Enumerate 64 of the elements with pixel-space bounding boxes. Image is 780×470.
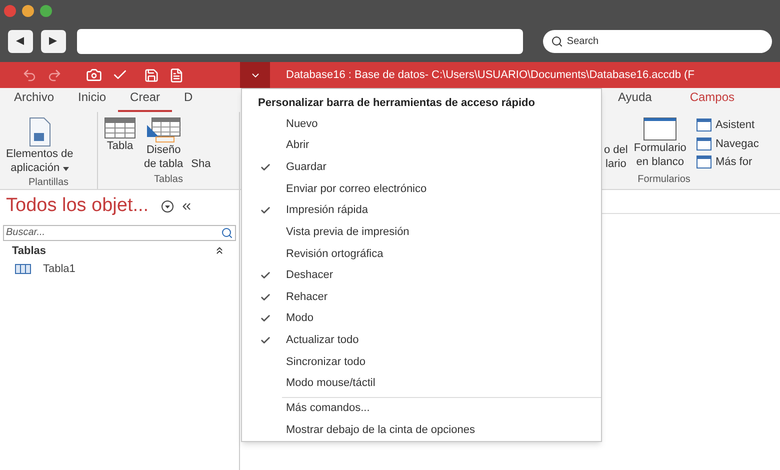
forward-icon — [48, 36, 58, 46]
search-field[interactable]: Search — [566, 34, 764, 48]
menu-item[interactable]: Rehacer — [242, 286, 601, 308]
document-icon[interactable] — [169, 68, 184, 82]
menu-item[interactable]: Modo mouse/táctil — [242, 372, 601, 395]
check-icon — [260, 270, 271, 281]
back-icon — [15, 36, 26, 46]
menu-item[interactable]: Nuevo — [242, 113, 601, 135]
check-icon — [260, 334, 271, 346]
ribbon-tab[interactable]: Ayuda — [606, 84, 664, 112]
ribbon-small-button[interactable]: Navegac — [696, 136, 759, 152]
menu-item[interactable]: Impresión rápida — [242, 200, 601, 222]
camera-icon[interactable] — [86, 67, 102, 83]
section-header[interactable]: Tablas — [0, 242, 239, 259]
menu-title: Personalizar barra de herramientas de acceso rápido — [257, 96, 536, 111]
menu-item[interactable]: Revisión ortográfica — [242, 242, 601, 265]
ribbon-tab[interactable]: Campos — [678, 84, 746, 112]
dropdown-circle-icon[interactable] — [160, 200, 174, 213]
ribbon-tab[interactable]: Inicio — [66, 84, 118, 112]
save-icon[interactable] — [144, 68, 159, 82]
table-item[interactable]: Tabla1 — [0, 261, 239, 278]
menu-item[interactable]: Sincronizar todo — [242, 351, 601, 373]
ribbon-tab[interactable]: D — [172, 84, 205, 112]
search-icon — [221, 226, 233, 238]
group-label: Plantillas — [27, 176, 70, 190]
menu-item[interactable]: Guardar — [242, 156, 601, 178]
group-label: Tablas — [153, 173, 184, 187]
blank-form-icon — [643, 117, 678, 141]
ribbon-button[interactable]: Elementos de aplicación — [4, 117, 76, 175]
menu-item[interactable]: Abrir — [242, 134, 601, 156]
check-icon — [260, 162, 271, 173]
document-icon — [26, 117, 53, 147]
forward-button[interactable] — [40, 30, 66, 52]
search-box[interactable]: Search — [542, 30, 772, 52]
menu-item[interactable]: Enviar por correo electrónico — [242, 178, 601, 200]
table-icon — [15, 264, 31, 274]
menu-item[interactable]: Mostrar debajo de la cinta de opciones — [242, 419, 601, 442]
menu-item[interactable]: Deshacer — [242, 264, 601, 286]
check-icon — [260, 204, 271, 216]
table-design-icon — [146, 117, 182, 143]
ribbon-tab[interactable]: Archivo — [2, 84, 66, 112]
ribbon-button[interactable]: Diseño de tabla — [142, 117, 186, 172]
ribbon-small-button[interactable]: Más for — [696, 154, 759, 170]
menu-item[interactable]: Vista previa de impresión — [242, 221, 601, 243]
pane-title: Todos los objet... — [6, 194, 149, 218]
group-label: Formularios — [636, 173, 692, 187]
menu-item[interactable]: Modo — [242, 308, 601, 330]
back-button[interactable] — [8, 30, 33, 52]
caret-icon — [62, 166, 69, 170]
check-icon — [260, 292, 271, 303]
menu-item[interactable]: Más comandos... — [242, 398, 601, 420]
ribbon-button[interactable]: Tabla — [102, 117, 138, 172]
check-icon — [260, 313, 271, 324]
menu-item[interactable]: Actualizar todo — [242, 330, 601, 352]
form-icon — [696, 155, 712, 170]
collapse-icon — [214, 245, 225, 256]
ribbon-small-button[interactable]: Asistent — [696, 117, 759, 134]
ribbon-button[interactable]: Sha — [189, 117, 213, 172]
table-icon — [104, 117, 136, 139]
window-title: Database16 : Base de datos- C:\Users\USUARIO\Documents\Database16.accdb (F — [286, 68, 694, 83]
ribbon-button[interactable]: o del lario — [604, 117, 628, 172]
ribbon-button[interactable]: Formulario en blanco — [634, 117, 686, 172]
address-field[interactable] — [76, 28, 523, 54]
search-icon — [550, 34, 563, 48]
